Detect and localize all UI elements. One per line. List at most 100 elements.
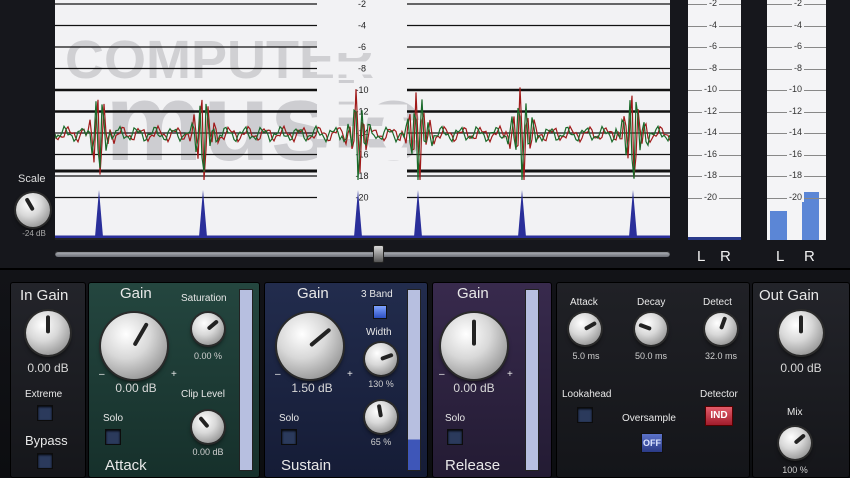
release-gain-plus: + <box>507 369 513 380</box>
sustain-gain-plus: + <box>347 369 353 380</box>
input-meter: -2 -4 -6 -8 -10 -12 -14 -16 -18 -20 <box>688 0 741 240</box>
envelope-panel: Attack 5.0 ms Decay 50.0 ms Detect 32.0 … <box>556 282 750 478</box>
sustain-solo-checkbox[interactable] <box>281 429 297 445</box>
scroll-slider-thumb[interactable] <box>373 245 384 263</box>
meter-tick-label: -8 <box>706 62 719 73</box>
sustain-solo-label: Solo <box>279 413 300 424</box>
saturation-label: Saturation <box>181 293 227 304</box>
in-gain-knob[interactable] <box>26 311 70 355</box>
mix-label: Mix <box>787 407 803 418</box>
bypass-checkbox[interactable] <box>37 453 53 469</box>
meter-tick-label: -18 <box>701 170 719 180</box>
input-meter-r-label: R <box>720 248 731 265</box>
release-panel: Gain – + 0.00 dB Solo Release <box>432 282 552 478</box>
mix-knob[interactable] <box>779 427 811 459</box>
input-gain-panel: In Gain 0.00 dB Extreme Bypass <box>10 282 86 478</box>
sustain-panel: Gain – + 1.50 dB 3 Band Width 130 % 65 %… <box>264 282 428 478</box>
env-decay-knob[interactable] <box>635 313 667 345</box>
lookahead-label: Lookahead <box>562 389 612 400</box>
meter-tick-label: -6 <box>706 41 719 51</box>
width-value: 130 % <box>368 379 394 389</box>
input-meter-base <box>688 237 741 240</box>
output-gain-panel: Out Gain 0.00 dB Mix 100 % <box>752 282 850 478</box>
meter-tick-label: -8 <box>791 62 804 73</box>
sustain-gain-value: 1.50 dB <box>291 381 333 395</box>
meter-tick-label: -20 <box>701 191 719 202</box>
output-meter-bar-l <box>770 211 787 240</box>
sustain-section-name: Sustain <box>281 457 332 474</box>
clip-level-value: 0.00 dB <box>192 447 224 457</box>
clip-level-label: Clip Level <box>181 389 225 400</box>
attack-gain-plus: + <box>171 369 177 380</box>
meter-tick-label: -14 <box>701 127 719 137</box>
lookahead-checkbox[interactable] <box>577 407 593 423</box>
release-solo-label: Solo <box>445 413 466 424</box>
mix-value: 100 % <box>782 465 808 475</box>
sustain-gain-knob[interactable] <box>277 313 343 379</box>
env-detect-knob[interactable] <box>705 313 737 345</box>
attack-gain-knob[interactable] <box>101 313 167 379</box>
release-gain-title: Gain <box>457 285 489 302</box>
meter-tick-label: -16 <box>701 148 719 159</box>
release-gain-value: 0.00 dB <box>453 381 495 395</box>
input-meter-l-label: L <box>697 248 706 265</box>
meter-tick-label: -2 <box>791 0 804 8</box>
oversample-toggle[interactable]: OFF <box>641 433 663 453</box>
output-meter: -2 -4 -6 -8 -10 -12 -14 -16 -18 -20 <box>767 0 826 240</box>
meter-tick-label: -12 <box>701 105 719 116</box>
attack-solo-checkbox[interactable] <box>105 429 121 445</box>
meter-tick-label: -16 <box>786 148 804 159</box>
attack-gain-title: Gain <box>120 285 152 302</box>
attack-gain-minus: – <box>99 369 105 380</box>
release-gain-knob[interactable] <box>441 313 507 379</box>
attack-section-name: Attack <box>105 457 147 474</box>
three-band-toggle[interactable] <box>373 305 387 319</box>
saturation-knob[interactable] <box>192 313 224 345</box>
meter-tick-label: -14 <box>786 127 804 137</box>
output-meter-l-label: L <box>776 248 785 265</box>
scale-knob[interactable] <box>16 193 50 227</box>
env-decay-value: 50.0 ms <box>634 351 667 361</box>
sustain-gain-title: Gain <box>297 285 329 302</box>
attack-gain-value: 0.00 dB <box>115 381 157 395</box>
detector-toggle[interactable]: IND <box>705 406 733 426</box>
sustain-third-knob[interactable] <box>365 401 397 433</box>
meter-tick-label: -20 <box>786 191 804 202</box>
scale-label: Scale <box>18 173 46 185</box>
env-detect-value: 32.0 ms <box>704 351 737 361</box>
sustain-gain-minus: – <box>275 369 281 380</box>
oversample-label: Oversample <box>622 413 676 424</box>
meter-tick-label: -6 <box>791 41 804 51</box>
release-solo-checkbox[interactable] <box>447 429 463 445</box>
scale-value: -24 dB <box>22 229 46 238</box>
out-gain-knob[interactable] <box>779 311 823 355</box>
release-section-name: Release <box>445 457 501 474</box>
out-gain-value: 0.00 dB <box>780 361 822 375</box>
meter-tick-label: -2 <box>706 0 719 8</box>
width-knob[interactable] <box>365 343 397 375</box>
output-meter-r-label: R <box>804 248 815 265</box>
meter-tick-label: -4 <box>706 19 719 30</box>
env-attack-label: Attack <box>570 297 598 308</box>
extreme-label: Extreme <box>25 389 63 400</box>
extreme-checkbox[interactable] <box>37 405 53 421</box>
env-attack-knob[interactable] <box>569 313 601 345</box>
meter-tick-label: -18 <box>786 170 804 180</box>
meter-tick-label: -10 <box>701 84 719 94</box>
bypass-label: Bypass <box>25 433 68 448</box>
saturation-value: 0.00 % <box>193 351 223 361</box>
env-decay-label: Decay <box>637 297 666 308</box>
scroll-slider-track[interactable] <box>55 251 670 257</box>
sustain-level-bar <box>407 289 421 471</box>
attack-solo-label: Solo <box>103 413 124 424</box>
display-area: COMPUTER music -2 -4 -6 -8 -10 -12 -14 -16 -18 -2… <box>0 0 850 270</box>
transient-shaper-plugin: COMPUTER music -2 -4 -6 -8 -10 -12 -14 -16 -18 -2… <box>0 0 850 478</box>
meter-tick-label: -10 <box>786 84 804 94</box>
out-gain-title: Out Gain <box>759 287 820 304</box>
release-level-bar <box>525 289 539 471</box>
in-gain-value: 0.00 dB <box>27 361 69 375</box>
meter-tick-label: -12 <box>786 105 804 116</box>
width-label: Width <box>366 327 392 338</box>
meter-tick-label: -4 <box>791 19 804 30</box>
clip-level-knob[interactable] <box>192 411 224 443</box>
